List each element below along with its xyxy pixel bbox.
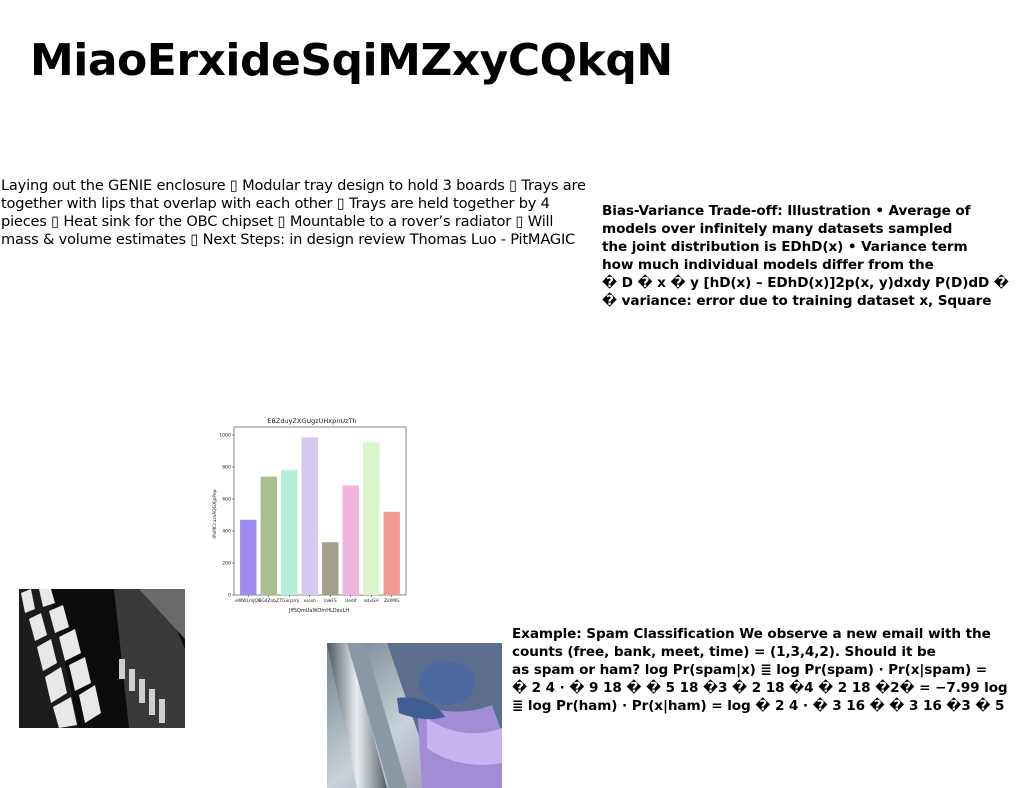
text-line: the joint distribution is EDhD(x) • Vari… <box>602 239 968 255</box>
x-tick-label: advGH <box>364 598 379 604</box>
x-tick-label: iawFS <box>324 598 337 604</box>
bar-chart-svg: EBZduyZXGUgzUHxpnUzTh JffSQmUaWOmHLDexLH… <box>212 417 407 614</box>
y-tick-label: 0 <box>228 593 231 599</box>
y-tick-label: 200 <box>222 561 231 567</box>
bar <box>260 476 277 595</box>
chart-x-axis-label: JffSQmUaWOmHLDexLH <box>288 608 350 614</box>
y-tick-label: 600 <box>222 497 231 503</box>
x-tick-label: xssxh <box>303 598 316 604</box>
text-line: models over infinitely many datasets sam… <box>602 221 953 237</box>
bias-variance-text-block: Bias-Variance Trade-off: Illustration • … <box>602 202 1022 310</box>
text-line: ≣ log Pr(ham) · Pr(x|ham) = log � 2 4 · … <box>512 698 1005 714</box>
figure-photo <box>327 643 502 788</box>
text-line: counts (free, bank, meet, time) = (1,3,4… <box>512 644 936 660</box>
x-tick-label: bGdZnbZ <box>258 598 279 604</box>
text-line: � 2 4 · � 9 18 � � 5 18 �3 � 2 18 �4 � 2… <box>512 680 1008 696</box>
bar <box>301 437 318 595</box>
y-tick-label: 800 <box>222 465 231 471</box>
chart-title: EBZduyZXGUgzUHxpnUzTh <box>267 417 356 425</box>
bar <box>281 470 298 595</box>
bar <box>342 485 359 595</box>
building-photo <box>19 589 185 728</box>
text-line: Bias-Variance Trade-off: Illustration • … <box>602 203 971 219</box>
bar <box>322 542 339 595</box>
building-photo-art <box>19 589 185 728</box>
x-tick-label: TGarjzmj <box>278 598 299 604</box>
text-line: Example: Spam Classification We observe … <box>512 626 991 642</box>
spam-classification-text-block: Example: Spam Classification We observe … <box>512 625 1024 715</box>
text-line: � variance: error due to training datase… <box>602 293 992 309</box>
chart-frame <box>233 426 407 596</box>
bar <box>383 511 400 595</box>
enclosure-text-block: Laying out the GENIE enclosure ▯ Modular… <box>1 177 586 248</box>
y-tick-label: 1000 <box>219 433 231 439</box>
text-line: how much individual models differ from t… <box>602 257 934 273</box>
bar <box>363 442 380 595</box>
bar-chart: EBZduyZXGUgzUHxpnUzTh JffSQmUaWOmHLDexLH… <box>208 412 414 618</box>
y-tick-label: 400 <box>222 529 231 535</box>
slide-title: MiaoErxideSqiMZxyCQkqN <box>30 35 673 86</box>
chart-y-axis-label: IPaMCcuzsAQGXJpPep <box>212 489 218 538</box>
figure-photo-art <box>327 643 502 788</box>
text-line: � D � x � y [hD(x) – EDhD(x)]2p(x, y)dxd… <box>602 275 1009 291</box>
x-tick-label: ZsXMG <box>384 598 400 604</box>
bar <box>240 519 257 595</box>
text-line: as spam or ham? log Pr(spam|x) ≣ log Pr(… <box>512 662 988 678</box>
x-tick-label: Uedif <box>345 598 357 604</box>
